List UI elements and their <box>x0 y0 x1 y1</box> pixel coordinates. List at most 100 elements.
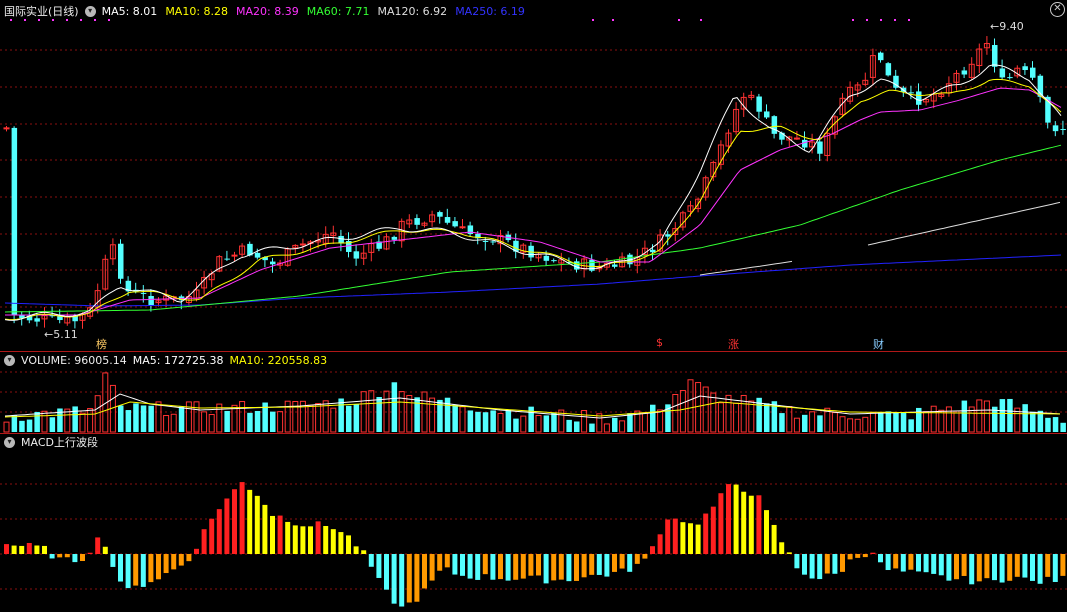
macd-bar <box>315 521 321 554</box>
volume-bar <box>429 397 436 433</box>
volume-bar <box>406 394 413 433</box>
macd-bar <box>57 554 63 558</box>
ma-label: MA5: 8.01 <box>101 4 158 18</box>
macd-bar <box>498 554 503 580</box>
ma-label: MA60: 7.71 <box>306 4 370 18</box>
signal-dot <box>52 19 54 21</box>
candle-body <box>140 292 147 294</box>
volume-bar <box>725 394 732 433</box>
volume-bar <box>118 405 124 432</box>
dropdown-icon[interactable] <box>84 5 96 17</box>
candle-body <box>612 264 618 267</box>
macd-bar <box>824 554 830 574</box>
macd-bar <box>224 498 230 554</box>
volume-bar <box>1060 422 1066 432</box>
macd-bar <box>95 537 101 554</box>
volume-bar <box>817 415 823 432</box>
volume-bar <box>748 400 755 433</box>
event-marker-rise[interactable]: 涨 <box>728 336 739 351</box>
candle-body <box>650 249 656 253</box>
macd-bar <box>49 554 55 559</box>
macd-bar <box>672 518 678 554</box>
volume-bar <box>239 401 246 433</box>
event-marker-finance[interactable]: 财 <box>873 336 884 351</box>
macd-bar <box>460 554 465 576</box>
candle-body <box>878 52 884 61</box>
volume-bar <box>459 406 466 433</box>
volume-bar <box>482 412 489 432</box>
candle-body <box>338 235 344 244</box>
volume-bar <box>612 417 618 432</box>
event-marker-dollar[interactable]: $ <box>656 336 663 349</box>
macd-bar <box>26 542 32 554</box>
dropdown-icon[interactable] <box>4 436 15 448</box>
close-icon[interactable]: ✕ <box>1050 2 1065 17</box>
macd-bar <box>764 510 769 554</box>
volume-bar <box>786 406 793 433</box>
volume-bar <box>201 411 208 433</box>
candle-body <box>961 70 968 75</box>
macd-bar <box>1007 554 1013 581</box>
volume-bar <box>1007 398 1013 432</box>
volume-bar <box>961 400 968 432</box>
volume-bar <box>672 394 679 433</box>
volume-bar <box>444 397 451 432</box>
macd-bar <box>916 554 921 572</box>
volume-bar <box>679 390 686 433</box>
candle-body <box>437 212 443 217</box>
volume-bar <box>543 415 550 432</box>
volume-bar <box>733 402 740 433</box>
candle-body <box>817 141 823 154</box>
price-chart[interactable] <box>0 0 1067 351</box>
macd-bar <box>186 554 192 562</box>
price-panel[interactable]: 国际实业(日线) MA5: 8.01MA10: 8.28MA20: 8.39MA… <box>0 0 1067 351</box>
macd-bar <box>391 554 397 604</box>
macd-bar <box>908 554 914 570</box>
macd-bar <box>900 554 906 572</box>
macd-bar <box>262 504 268 554</box>
ma-label: MA20: 8.39 <box>236 4 299 18</box>
macd-bar <box>566 554 572 582</box>
volume-ma5: MA5: 172725.38 <box>132 353 224 367</box>
macd-bar <box>11 545 17 554</box>
volume-bar <box>976 399 983 433</box>
macd-bar <box>794 554 800 569</box>
macd-bar <box>118 554 123 582</box>
event-marker-rank[interactable]: 榜 <box>96 336 107 351</box>
macd-bar <box>232 489 237 554</box>
volume-bar <box>535 414 542 433</box>
macd-panel[interactable]: MACD上行波段 <box>0 434 1067 612</box>
macd-bar <box>984 554 990 579</box>
signal-dot <box>852 19 854 21</box>
macd-bar <box>862 554 868 558</box>
macd-bar <box>163 554 169 574</box>
candle-body <box>665 234 671 237</box>
macd-bar <box>80 554 85 562</box>
volume-bar <box>589 423 595 432</box>
volume-bar <box>133 403 139 432</box>
macd-bar <box>756 495 762 554</box>
macd-bar <box>536 554 541 576</box>
macd-bar <box>308 526 313 554</box>
macd-bar <box>422 554 427 589</box>
macd-bar <box>125 554 131 589</box>
volume-panel[interactable]: VOLUME: 96005.14 MA5: 172725.38 MA10: 22… <box>0 352 1067 433</box>
ma-labels: MA5: 8.01 MA10: 8.28 MA20: 8.39 MA60: 7.71 M… <box>102 5 525 18</box>
macd-bar <box>665 519 671 554</box>
macd-bar <box>581 554 587 578</box>
volume-bar <box>315 403 322 433</box>
candle-body <box>391 236 398 240</box>
signal-dot <box>880 19 882 21</box>
macd-bar <box>239 482 245 554</box>
macd-bar <box>748 495 754 554</box>
candle-body <box>299 243 306 246</box>
volume-bar <box>695 382 702 433</box>
macd-chart[interactable] <box>0 434 1067 612</box>
candle-body <box>574 261 580 270</box>
macd-bar <box>292 525 298 554</box>
volume-bar <box>270 411 276 432</box>
macd-title: MACD上行波段 <box>21 436 98 449</box>
macd-bar <box>323 526 329 554</box>
volume-bar <box>627 413 633 432</box>
dropdown-icon[interactable] <box>4 354 15 366</box>
